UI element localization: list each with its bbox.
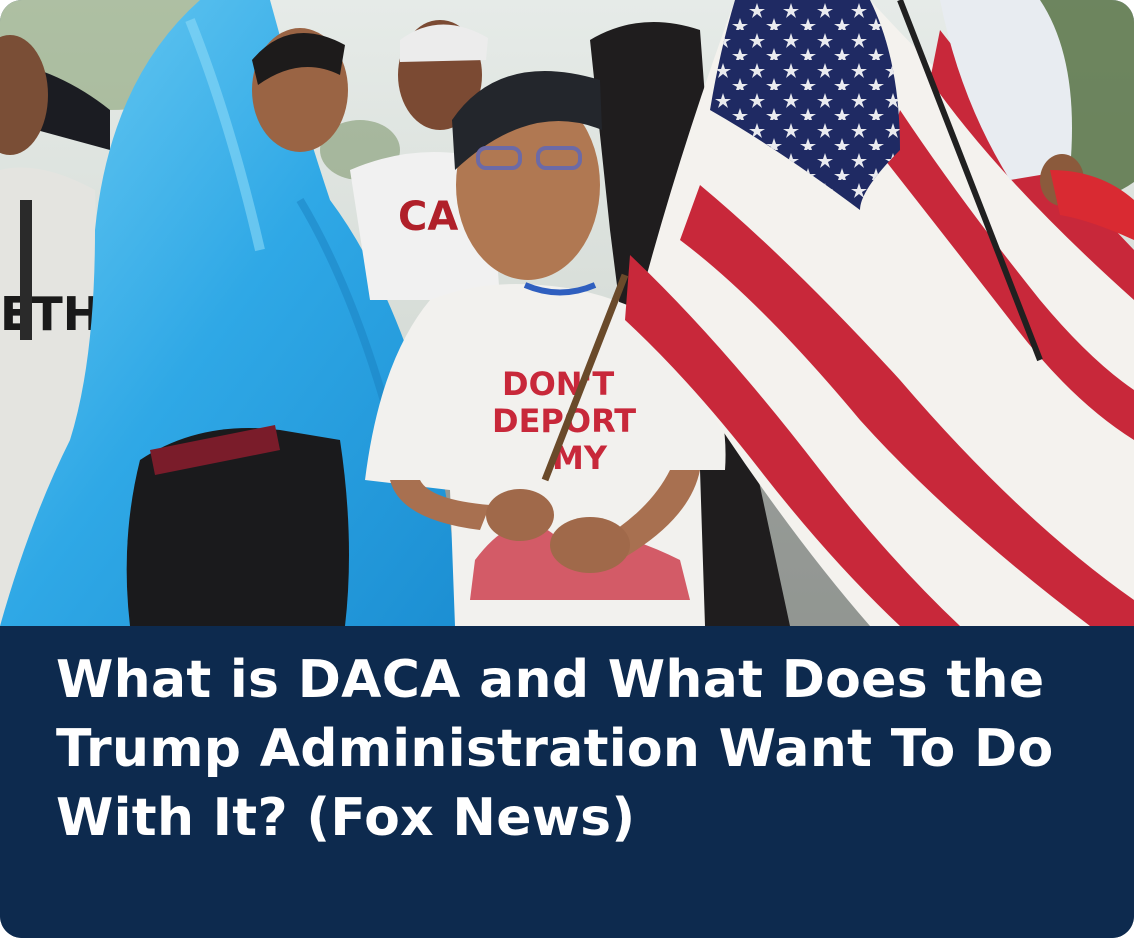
shirt-text-line-1: DON'T [502,365,614,403]
article-headline[interactable]: What is DACA and What Does the Trump Adm… [56,646,1116,853]
article-card[interactable]: ETH CA DON'T DEPORT MY What is DACA and … [0,0,1134,938]
caption-panel: What is DACA and What Does the Trump Adm… [0,626,1134,938]
article-photo[interactable]: ETH CA DON'T DEPORT MY [0,0,1134,626]
svg-text:CA: CA [398,194,458,240]
svg-text:ETH: ETH [0,287,101,341]
